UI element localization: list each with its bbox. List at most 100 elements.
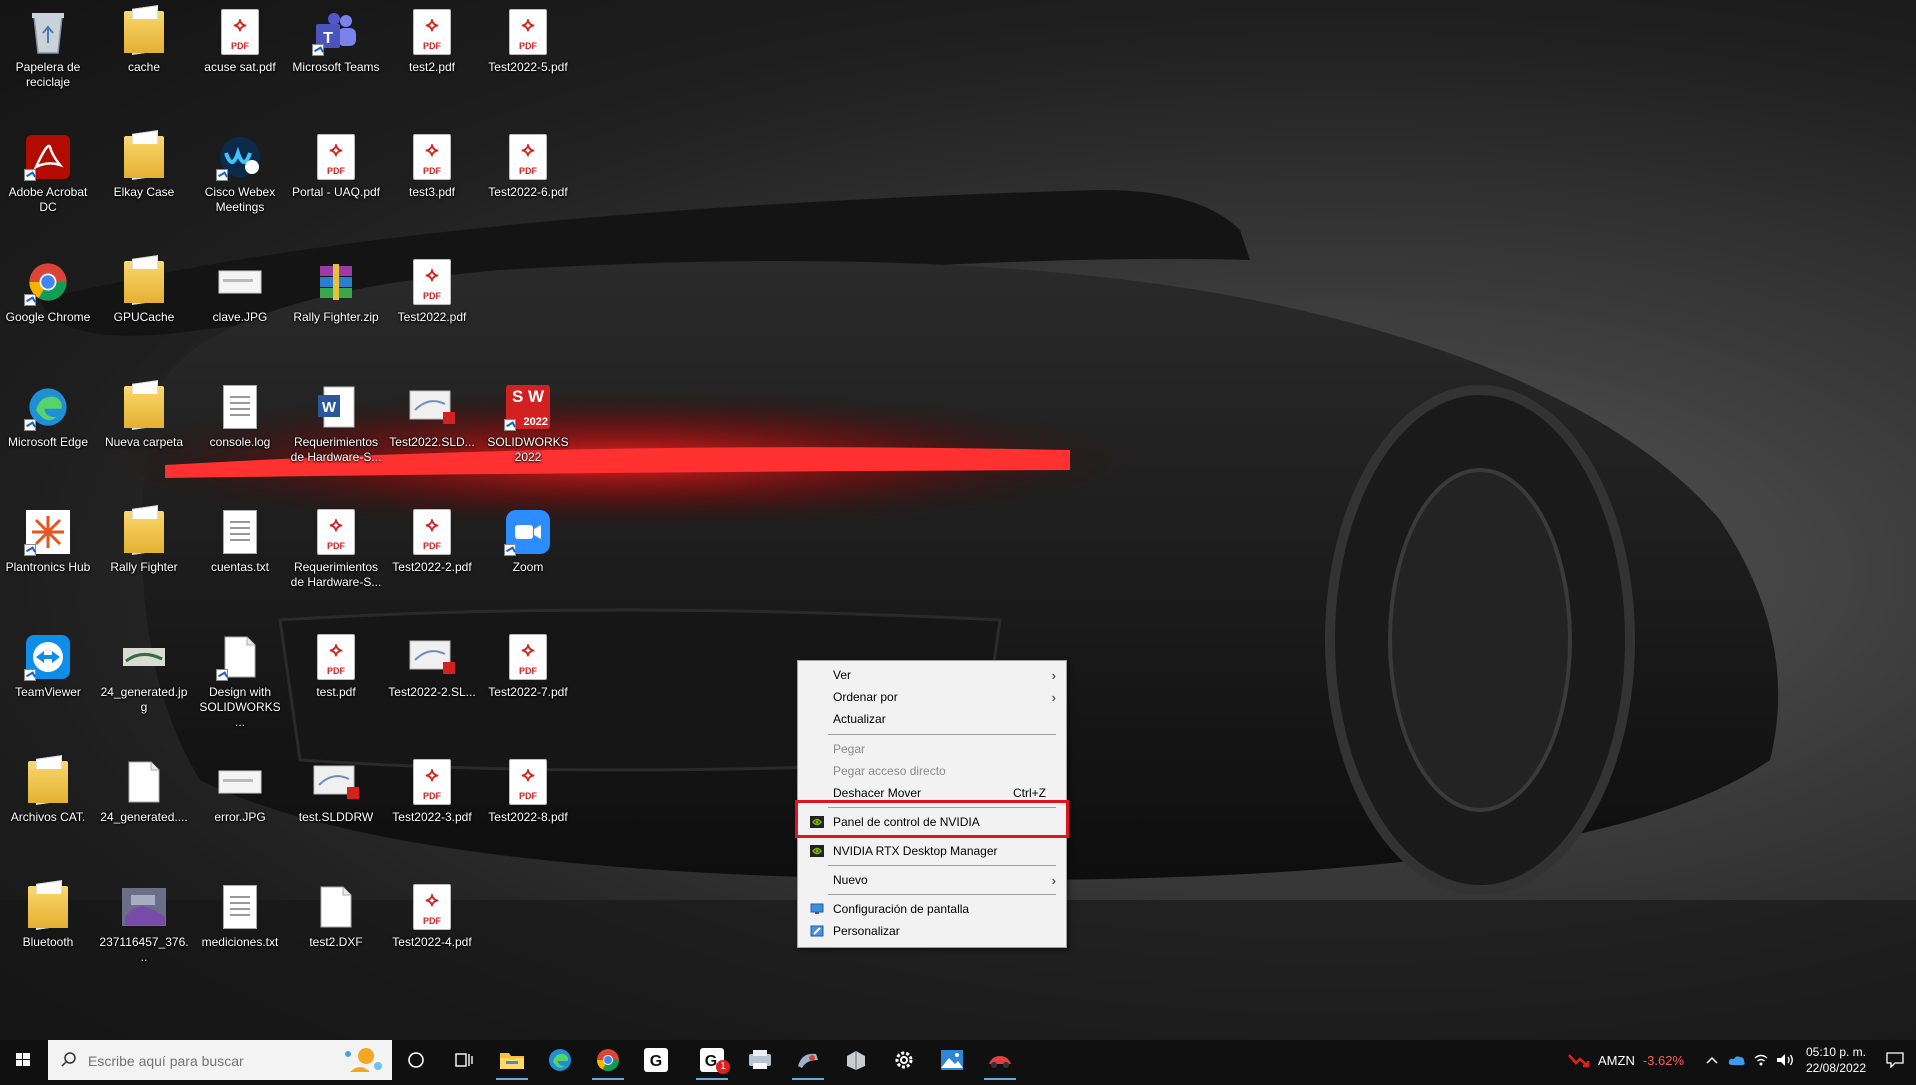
desktop-icon-adobe-acrobat-dc[interactable]: Adobe Acrobat DC	[2, 125, 94, 243]
desktop-icon-requerimientos-de-hardware-s[interactable]: W Requerimientos de Hardware-S...	[290, 375, 382, 493]
desktop-icon-rally-fighter[interactable]: Rally Fighter	[98, 500, 190, 618]
desktop-icon-label: Microsoft Edge	[7, 435, 89, 449]
desktop-icon-label: cache	[127, 60, 161, 74]
desktop-icon-microsoft-teams[interactable]: T Microsoft Teams	[290, 0, 382, 118]
gear-icon	[895, 1051, 913, 1069]
taskbar-search-box[interactable]	[48, 1040, 392, 1080]
3d-app-icon	[847, 1051, 865, 1070]
search-input[interactable]	[86, 1050, 340, 1072]
taskbar-settings[interactable]	[880, 1040, 928, 1080]
desktop-icon-cache[interactable]: cache	[98, 0, 190, 118]
onedrive-tray[interactable]	[1726, 1040, 1748, 1080]
taskbar-photos[interactable]	[928, 1040, 976, 1080]
desktop-icon-rally-fighter-zip[interactable]: Rally Fighter.zip	[290, 250, 382, 368]
network-tray[interactable]	[1750, 1040, 1772, 1080]
desktop-icon-test2022-3-pdf[interactable]: ⟡ PDF Test2022-3.pdf	[386, 750, 478, 868]
taskbar-g-app[interactable]: G	[632, 1040, 680, 1080]
menu-item-pegar[interactable]: Pegar	[798, 738, 1066, 760]
document-file-icon	[224, 636, 256, 678]
cortana-button[interactable]	[392, 1040, 440, 1080]
g-app-icon: G	[644, 1048, 668, 1072]
shortcut-arrow-icon	[216, 669, 228, 681]
text-file-icon	[223, 885, 257, 929]
taskbar-app-printer[interactable]	[736, 1040, 784, 1080]
volume-tray[interactable]	[1774, 1040, 1796, 1080]
taskbar-chrome[interactable]	[584, 1040, 632, 1080]
desktop-icon-label: Requerimientos de Hardware-S...	[290, 560, 382, 589]
notifications-button[interactable]	[1878, 1040, 1912, 1080]
desktop-icon-bluetooth[interactable]: Bluetooth	[2, 875, 94, 993]
desktop-icon-acuse-sat-pdf[interactable]: ⟡ PDF acuse sat.pdf	[194, 0, 286, 118]
desktop-icon-237116457-376[interactable]: 237116457_376...	[98, 875, 190, 993]
taskbar-app-3d[interactable]	[832, 1040, 880, 1080]
desktop-icon-label: error.JPG	[214, 810, 266, 824]
desktop-icon-gpucache[interactable]: GPUCache	[98, 250, 190, 368]
desktop-icon-label: Nueva carpeta	[104, 435, 184, 449]
desktop-icon-solidworks-2022[interactable]: S W 2022 SOLIDWORKS 2022	[482, 375, 574, 493]
desktop-icon-test2022-4-pdf[interactable]: ⟡ PDF Test2022-4.pdf	[386, 875, 478, 993]
desktop-icon-zoom[interactable]: Zoom	[482, 500, 574, 618]
desktop-icon-image	[24, 508, 72, 556]
menu-item-actualizar[interactable]: Actualizar	[798, 708, 1066, 730]
desktop-icon-24-generated[interactable]: 24_generated....	[98, 750, 190, 868]
desktop-icon-24-generated-jpg[interactable]: 24_generated.jpg	[98, 625, 190, 743]
desktop-icon-test2022-5-pdf[interactable]: ⟡ PDF Test2022-5.pdf	[482, 0, 574, 118]
desktop-icon-portal-uaq-pdf[interactable]: ⟡ PDF Portal - UAQ.pdf	[290, 125, 382, 243]
desktop-icon-test2022-sld[interactable]: Test2022.SLD...	[386, 375, 478, 493]
desktop-icon-papelera-de-reciclaje[interactable]: Papelera de reciclaje	[2, 0, 94, 118]
desktop-icon-test-pdf[interactable]: ⟡ PDF test.pdf	[290, 625, 382, 743]
show-hidden-icons-button[interactable]	[1702, 1040, 1722, 1080]
desktop-icon-microsoft-edge[interactable]: Microsoft Edge	[2, 375, 94, 493]
shortcut-arrow-icon	[504, 419, 516, 431]
taskbar-gmail-app[interactable]: G 1	[688, 1040, 736, 1080]
desktop-icon-test2-dxf[interactable]: test2.DXF	[290, 875, 382, 993]
desktop-icon-mediciones-txt[interactable]: mediciones.txt	[194, 875, 286, 993]
menu-item-pegar-acceso-directo[interactable]: Pegar acceso directo	[798, 760, 1066, 782]
menu-item-ordenar-por[interactable]: Ordenar por ›	[798, 686, 1066, 708]
desktop-icon-teamviewer[interactable]: TeamViewer	[2, 625, 94, 743]
taskbar-app-car[interactable]	[976, 1040, 1024, 1080]
menu-item-personalizar[interactable]: Personalizar	[798, 920, 1066, 942]
desktop-icon-plantronics-hub[interactable]: Plantronics Hub	[2, 500, 94, 618]
desktop-icon-image: S W 2022	[504, 383, 552, 431]
desktop-icon-elkay-case[interactable]: Elkay Case	[98, 125, 190, 243]
desktop-icon-test2022-2-pdf[interactable]: ⟡ PDF Test2022-2.pdf	[386, 500, 478, 618]
desktop-icon-test2022-pdf[interactable]: ⟡ PDF Test2022.pdf	[386, 250, 478, 368]
desktop-icon-error-jpg[interactable]: error.JPG	[194, 750, 286, 868]
task-view-button[interactable]	[440, 1040, 488, 1080]
menu-item-ver[interactable]: Ver ›	[798, 664, 1066, 686]
desktop-icon-label: Rally Fighter.zip	[293, 310, 379, 324]
start-button[interactable]	[0, 1040, 46, 1080]
stock-widget[interactable]: AMZN -3.62%	[1568, 1040, 1684, 1080]
desktop-icon-image	[24, 8, 72, 56]
desktop-icon-clave-jpg[interactable]: clave.JPG	[194, 250, 286, 368]
desktop-icon-design-with-solidworks[interactable]: Design with SOLIDWORKS ...	[194, 625, 286, 743]
desktop-icon-console-log[interactable]: console.log	[194, 375, 286, 493]
desktop-icon-test2022-7-pdf[interactable]: ⟡ PDF Test2022-7.pdf	[482, 625, 574, 743]
clock[interactable]: 05:10 p. m. 22/08/2022	[1800, 1040, 1872, 1080]
desktop-icon-test2022-2-sl[interactable]: Test2022-2.SL...	[386, 625, 478, 743]
desktop-icon-archivos-cat[interactable]: Archivos CAT.	[2, 750, 94, 868]
taskbar-app-cad[interactable]	[784, 1040, 832, 1080]
chevron-right-icon: ›	[1051, 873, 1056, 888]
desktop-icon-test-slddrw[interactable]: test.SLDDRW	[290, 750, 382, 868]
menu-item-nuevo[interactable]: Nuevo ›	[798, 869, 1066, 891]
desktop-icon-test2-pdf[interactable]: ⟡ PDF test2.pdf	[386, 0, 478, 118]
desktop-icon-test2022-8-pdf[interactable]: ⟡ PDF Test2022-8.pdf	[482, 750, 574, 868]
desktop-icon-requerimientos-de-hardware-s[interactable]: ⟡ PDF Requerimientos de Hardware-S...	[290, 500, 382, 618]
desktop-icon-cuentas-txt[interactable]: cuentas.txt	[194, 500, 286, 618]
taskbar-file-explorer[interactable]	[488, 1040, 536, 1080]
desktop-icon-test2022-6-pdf[interactable]: ⟡ PDF Test2022-6.pdf	[482, 125, 574, 243]
desktop-icon-nueva-carpeta[interactable]: Nueva carpeta	[98, 375, 190, 493]
desktop-icon-cisco-webex-meetings[interactable]: Cisco Webex Meetings	[194, 125, 286, 243]
desktop-icon-google-chrome[interactable]: Google Chrome	[2, 250, 94, 368]
menu-item-nvidia-rtx-desktop-manager[interactable]: NVIDIA RTX Desktop Manager	[798, 840, 1066, 862]
desktop-icon-label: Rally Fighter	[110, 560, 178, 574]
desktop-icon-test3-pdf[interactable]: ⟡ PDF test3.pdf	[386, 125, 478, 243]
taskbar-edge[interactable]	[536, 1040, 584, 1080]
desktop-icon-image	[408, 383, 456, 431]
menu-item-configuracion-pantalla[interactable]: Configuración de pantalla	[798, 898, 1066, 920]
desktop-icon-label: 24_generated.jpg	[100, 685, 188, 714]
desktop-icon-label: Test2022-8.pdf	[488, 810, 568, 824]
desktop-icon-image	[24, 383, 72, 431]
